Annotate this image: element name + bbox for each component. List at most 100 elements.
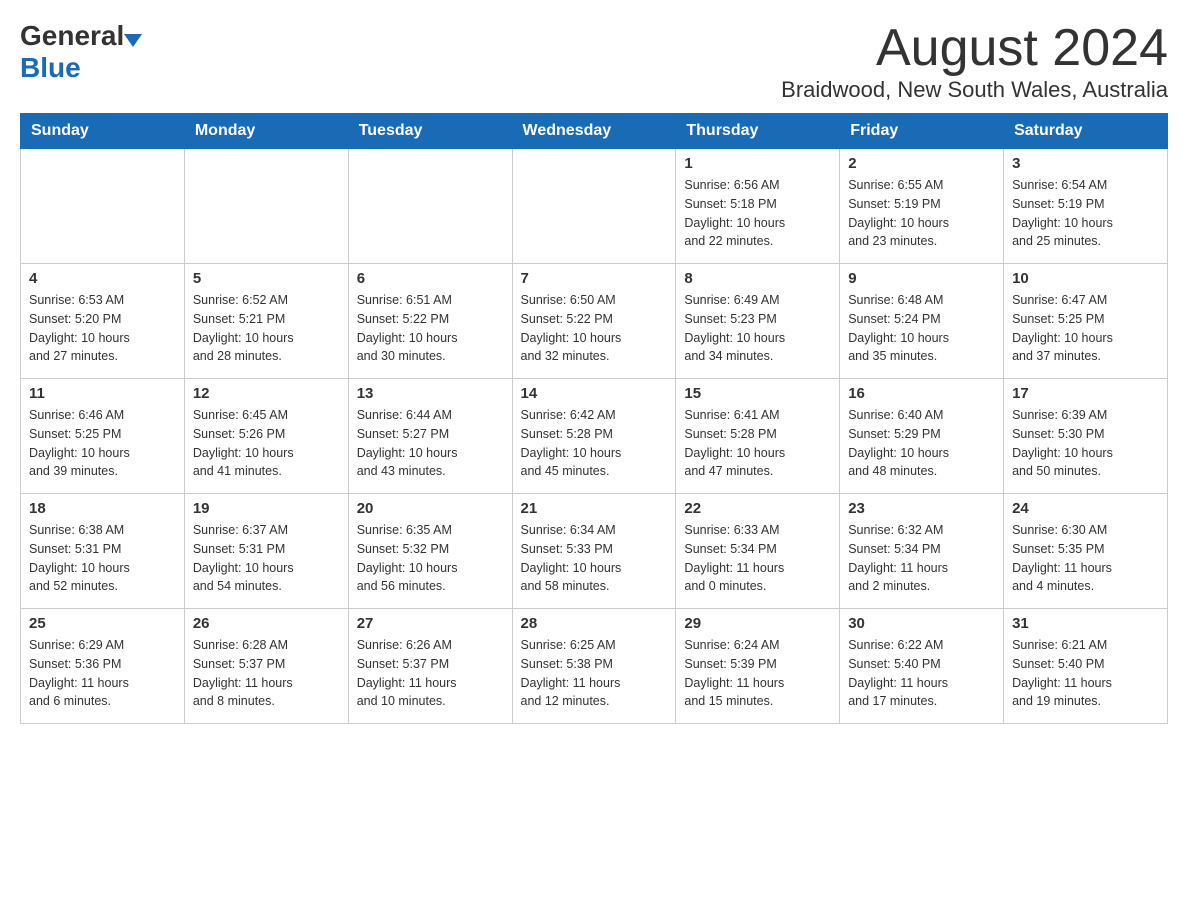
- day-number: 28: [521, 615, 668, 632]
- day-info: Sunrise: 6:56 AMSunset: 5:18 PMDaylight:…: [684, 176, 831, 251]
- day-info: Sunrise: 6:39 AMSunset: 5:30 PMDaylight:…: [1012, 406, 1159, 481]
- calendar-cell: 16 Sunrise: 6:40 AMSunset: 5:29 PMDayligh…: [840, 379, 1004, 494]
- calendar-cell: 7 Sunrise: 6:50 AMSunset: 5:22 PMDaylight…: [512, 264, 676, 379]
- day-info: Sunrise: 6:28 AMSunset: 5:37 PMDaylight:…: [193, 636, 340, 711]
- day-info: Sunrise: 6:37 AMSunset: 5:31 PMDaylight:…: [193, 521, 340, 596]
- day-info: Sunrise: 6:52 AMSunset: 5:21 PMDaylight:…: [193, 291, 340, 366]
- calendar-cell: 17 Sunrise: 6:39 AMSunset: 5:30 PMDayligh…: [1004, 379, 1168, 494]
- day-info: Sunrise: 6:26 AMSunset: 5:37 PMDaylight:…: [357, 636, 504, 711]
- day-number: 6: [357, 270, 504, 287]
- day-info: Sunrise: 6:25 AMSunset: 5:38 PMDaylight:…: [521, 636, 668, 711]
- col-wednesday: Wednesday: [512, 114, 676, 149]
- day-number: 19: [193, 500, 340, 517]
- day-number: 7: [521, 270, 668, 287]
- day-info: Sunrise: 6:32 AMSunset: 5:34 PMDaylight:…: [848, 521, 995, 596]
- calendar-cell: 6 Sunrise: 6:51 AMSunset: 5:22 PMDaylight…: [348, 264, 512, 379]
- logo-triangle-icon: [124, 34, 142, 47]
- day-info: Sunrise: 6:44 AMSunset: 5:27 PMDaylight:…: [357, 406, 504, 481]
- page-header: General Blue August 2024 Braidwood, New …: [20, 20, 1168, 103]
- calendar-week-row: 25 Sunrise: 6:29 AMSunset: 5:36 PMDayligh…: [21, 609, 1168, 724]
- calendar-cell: 13 Sunrise: 6:44 AMSunset: 5:27 PMDayligh…: [348, 379, 512, 494]
- day-number: 13: [357, 385, 504, 402]
- logo: General Blue: [20, 20, 142, 84]
- day-number: 17: [1012, 385, 1159, 402]
- calendar-cell: 3Sunrise: 6:54 AMSunset: 5:19 PMDaylight…: [1004, 149, 1168, 264]
- day-number: 9: [848, 270, 995, 287]
- calendar-cell: 31 Sunrise: 6:21 AMSunset: 5:40 PMDayligh…: [1004, 609, 1168, 724]
- day-info: Sunrise: 6:34 AMSunset: 5:33 PMDaylight:…: [521, 521, 668, 596]
- day-number: 15: [684, 385, 831, 402]
- day-number: 5: [193, 270, 340, 287]
- col-friday: Friday: [840, 114, 1004, 149]
- day-number: 27: [357, 615, 504, 632]
- day-number: 2: [848, 155, 995, 172]
- day-info: Sunrise: 6:53 AMSunset: 5:20 PMDaylight:…: [29, 291, 176, 366]
- day-number: 31: [1012, 615, 1159, 632]
- month-title: August 2024: [781, 20, 1168, 77]
- day-info: Sunrise: 6:22 AMSunset: 5:40 PMDaylight:…: [848, 636, 995, 711]
- col-tuesday: Tuesday: [348, 114, 512, 149]
- day-number: 21: [521, 500, 668, 517]
- day-number: 8: [684, 270, 831, 287]
- calendar-cell: 12 Sunrise: 6:45 AMSunset: 5:26 PMDayligh…: [184, 379, 348, 494]
- day-info: Sunrise: 6:51 AMSunset: 5:22 PMDaylight:…: [357, 291, 504, 366]
- day-number: 25: [29, 615, 176, 632]
- day-number: 1: [684, 155, 831, 172]
- day-info: Sunrise: 6:55 AMSunset: 5:19 PMDaylight:…: [848, 176, 995, 251]
- logo-blue-text: Blue: [20, 52, 81, 84]
- calendar-header-row: Sunday Monday Tuesday Wednesday Thursday…: [21, 114, 1168, 149]
- day-info: Sunrise: 6:35 AMSunset: 5:32 PMDaylight:…: [357, 521, 504, 596]
- day-info: Sunrise: 6:30 AMSunset: 5:35 PMDaylight:…: [1012, 521, 1159, 596]
- calendar-cell: 11Sunrise: 6:46 AMSunset: 5:25 PMDayligh…: [21, 379, 185, 494]
- day-info: Sunrise: 6:40 AMSunset: 5:29 PMDaylight:…: [848, 406, 995, 481]
- calendar-cell: 4 Sunrise: 6:53 AMSunset: 5:20 PMDaylight…: [21, 264, 185, 379]
- day-number: 4: [29, 270, 176, 287]
- calendar-table: Sunday Monday Tuesday Wednesday Thursday…: [20, 113, 1168, 724]
- calendar-cell: [21, 149, 185, 264]
- day-info: Sunrise: 6:41 AMSunset: 5:28 PMDaylight:…: [684, 406, 831, 481]
- calendar-cell: 21 Sunrise: 6:34 AMSunset: 5:33 PMDayligh…: [512, 494, 676, 609]
- day-number: 10: [1012, 270, 1159, 287]
- day-number: 18: [29, 500, 176, 517]
- calendar-week-row: 4 Sunrise: 6:53 AMSunset: 5:20 PMDaylight…: [21, 264, 1168, 379]
- day-number: 12: [193, 385, 340, 402]
- col-monday: Monday: [184, 114, 348, 149]
- calendar-cell: 14Sunrise: 6:42 AMSunset: 5:28 PMDayligh…: [512, 379, 676, 494]
- calendar-cell: [512, 149, 676, 264]
- day-info: Sunrise: 6:49 AMSunset: 5:23 PMDaylight:…: [684, 291, 831, 366]
- calendar-cell: 20 Sunrise: 6:35 AMSunset: 5:32 PMDayligh…: [348, 494, 512, 609]
- day-info: Sunrise: 6:45 AMSunset: 5:26 PMDaylight:…: [193, 406, 340, 481]
- calendar-cell: 29 Sunrise: 6:24 AMSunset: 5:39 PMDayligh…: [676, 609, 840, 724]
- day-number: 23: [848, 500, 995, 517]
- day-info: Sunrise: 6:54 AMSunset: 5:19 PMDaylight:…: [1012, 176, 1159, 251]
- calendar-week-row: 1 Sunrise: 6:56 AMSunset: 5:18 PMDaylight…: [21, 149, 1168, 264]
- calendar-cell: 22Sunrise: 6:33 AMSunset: 5:34 PMDayligh…: [676, 494, 840, 609]
- day-number: 29: [684, 615, 831, 632]
- calendar-cell: 26Sunrise: 6:28 AMSunset: 5:37 PMDayligh…: [184, 609, 348, 724]
- day-info: Sunrise: 6:29 AMSunset: 5:36 PMDaylight:…: [29, 636, 176, 711]
- day-number: 16: [848, 385, 995, 402]
- day-info: Sunrise: 6:38 AMSunset: 5:31 PMDaylight:…: [29, 521, 176, 596]
- day-number: 22: [684, 500, 831, 517]
- calendar-week-row: 11Sunrise: 6:46 AMSunset: 5:25 PMDayligh…: [21, 379, 1168, 494]
- day-info: Sunrise: 6:46 AMSunset: 5:25 PMDaylight:…: [29, 406, 176, 481]
- calendar-cell: 30Sunrise: 6:22 AMSunset: 5:40 PMDayligh…: [840, 609, 1004, 724]
- title-area: August 2024 Braidwood, New South Wales, …: [781, 20, 1168, 103]
- day-info: Sunrise: 6:42 AMSunset: 5:28 PMDaylight:…: [521, 406, 668, 481]
- location-title: Braidwood, New South Wales, Australia: [781, 77, 1168, 103]
- day-info: Sunrise: 6:24 AMSunset: 5:39 PMDaylight:…: [684, 636, 831, 711]
- day-info: Sunrise: 6:50 AMSunset: 5:22 PMDaylight:…: [521, 291, 668, 366]
- col-thursday: Thursday: [676, 114, 840, 149]
- calendar-week-row: 18 Sunrise: 6:38 AMSunset: 5:31 PMDayligh…: [21, 494, 1168, 609]
- calendar-cell: [348, 149, 512, 264]
- calendar-cell: 28 Sunrise: 6:25 AMSunset: 5:38 PMDayligh…: [512, 609, 676, 724]
- day-number: 20: [357, 500, 504, 517]
- day-info: Sunrise: 6:21 AMSunset: 5:40 PMDaylight:…: [1012, 636, 1159, 711]
- calendar-cell: 2 Sunrise: 6:55 AMSunset: 5:19 PMDaylight…: [840, 149, 1004, 264]
- calendar-cell: 25 Sunrise: 6:29 AMSunset: 5:36 PMDayligh…: [21, 609, 185, 724]
- calendar-cell: 23 Sunrise: 6:32 AMSunset: 5:34 PMDayligh…: [840, 494, 1004, 609]
- logo-general-text: General: [20, 20, 124, 52]
- calendar-cell: 27 Sunrise: 6:26 AMSunset: 5:37 PMDayligh…: [348, 609, 512, 724]
- calendar-cell: [184, 149, 348, 264]
- calendar-cell: 9Sunrise: 6:48 AMSunset: 5:24 PMDaylight…: [840, 264, 1004, 379]
